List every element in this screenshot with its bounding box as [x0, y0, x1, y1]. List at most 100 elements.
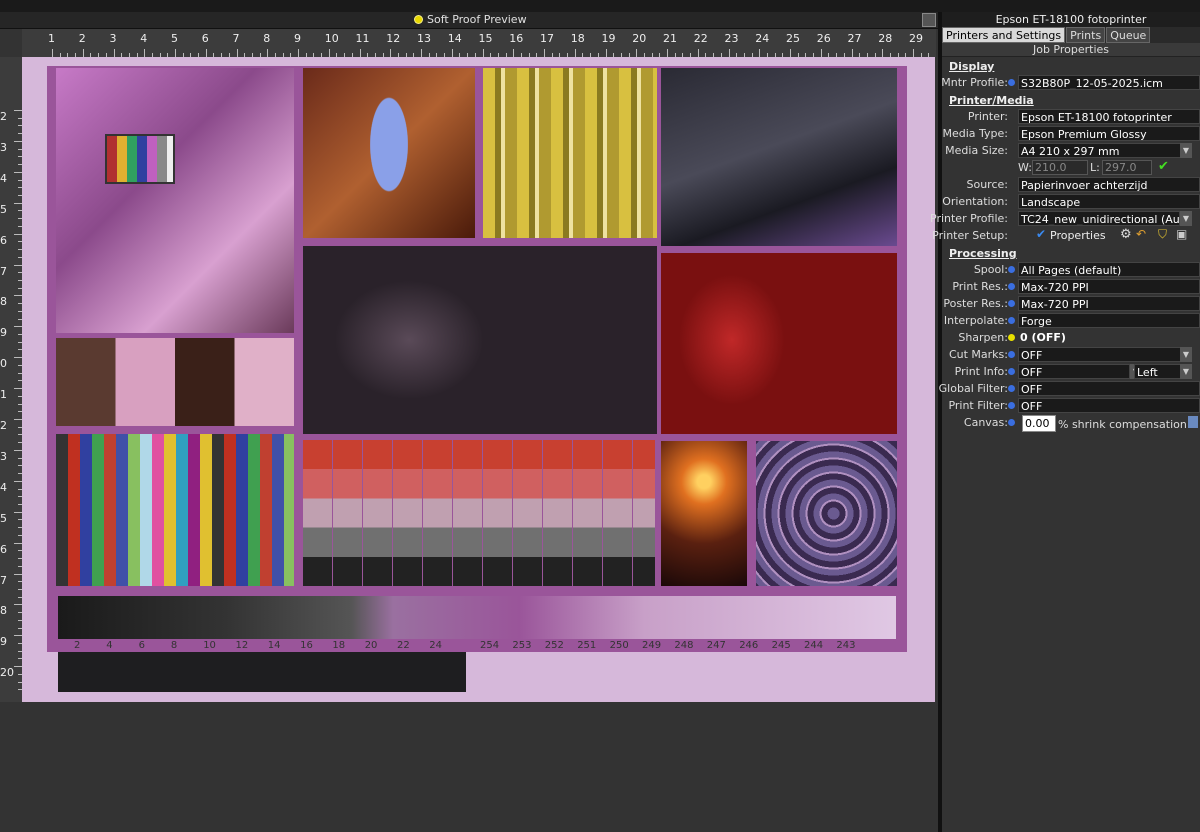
- ruler-tick-label: 29: [909, 32, 923, 45]
- canvas-shrink-input[interactable]: 0.00: [1022, 415, 1056, 432]
- ruler-tick-label: 3: [109, 32, 117, 45]
- media-type-field[interactable]: Epson Premium Glossy: [1018, 126, 1200, 141]
- ruler-tick-label: 14: [447, 32, 462, 45]
- option-dot-icon[interactable]: [1008, 368, 1015, 375]
- option-dot-icon[interactable]: [1008, 351, 1015, 358]
- gray-step-label: 250: [609, 640, 629, 651]
- option-dot-icon[interactable]: [1008, 385, 1015, 392]
- gray-step-label: 254: [480, 640, 500, 651]
- option-dot-icon[interactable]: [1008, 419, 1015, 426]
- ruler-tick: [14, 233, 22, 235]
- width-label: W:: [1018, 161, 1032, 174]
- chevron-down-icon[interactable]: ▼: [1180, 347, 1192, 362]
- option-dot-icon[interactable]: [1008, 317, 1015, 324]
- properties-button[interactable]: Properties: [1050, 229, 1106, 242]
- ruler-tick-label: 7: [232, 32, 240, 45]
- ruler-tick-label: 7: [0, 573, 7, 587]
- pottery-texture-image: [756, 441, 897, 586]
- faces-image: [56, 338, 294, 426]
- chevron-down-icon[interactable]: ▼: [1180, 211, 1192, 226]
- print-info-label: Print Info:: [954, 365, 1008, 378]
- ruler-tick-label: 12: [386, 32, 401, 45]
- ruler-tick-label: 17: [540, 32, 554, 45]
- source-field[interactable]: Papierinvoer achterzijd: [1018, 177, 1200, 192]
- option-dot-icon[interactable]: [1008, 334, 1015, 341]
- print-info-select[interactable]: OFF: [1018, 364, 1130, 379]
- cut-marks-select[interactable]: OFF: [1018, 347, 1192, 362]
- media-size-label: Media Size:: [945, 144, 1008, 157]
- preview-canvas[interactable]: 2 4 6 8 10 12 14 16 18 20 22 24 254 253 252 251 250 249 24…: [22, 57, 936, 702]
- ruler-tick: [574, 49, 576, 57]
- ruler-tick: [605, 49, 607, 57]
- printer-field[interactable]: Epson ET-18100 fotoprinter: [1018, 109, 1200, 124]
- option-dot-icon[interactable]: [1008, 283, 1015, 290]
- print-res-field[interactable]: Max-720 PPI: [1018, 279, 1200, 294]
- poster-res-field[interactable]: Max-720 PPI: [1018, 296, 1200, 311]
- sharpen-value[interactable]: 0 (OFF): [1018, 330, 1200, 345]
- ruler-tick: [513, 49, 515, 57]
- width-field[interactable]: 210.0: [1032, 160, 1088, 175]
- interpolate-field[interactable]: Forge: [1018, 313, 1200, 328]
- sharpen-label: Sharpen:: [958, 331, 1008, 344]
- option-dot-icon[interactable]: [1008, 79, 1015, 86]
- calculator-icon[interactable]: [1188, 416, 1198, 428]
- chevron-down-icon[interactable]: ▼: [1180, 364, 1192, 379]
- ruler-tick: [113, 49, 115, 57]
- ruler-tick-label: 4: [0, 171, 7, 185]
- tab-bar: Printers and Settings Prints Queue: [942, 27, 1200, 43]
- tab-prints[interactable]: Prints: [1066, 27, 1106, 43]
- canvas-label: Canvas:: [963, 416, 1008, 429]
- printer-profile-select[interactable]: TC24_new_unidirectional (Auto,: [1018, 211, 1180, 226]
- mntr-profile-field[interactable]: S32B80P_12-05-2025.icm: [1018, 75, 1200, 90]
- option-dot-icon[interactable]: [1008, 266, 1015, 273]
- tab-queue[interactable]: Queue: [1106, 27, 1151, 43]
- ruler-tick: [267, 49, 269, 57]
- gear-icon[interactable]: ⚙: [1120, 227, 1132, 242]
- ruler-tick: [790, 49, 791, 57]
- ruler-tick-label: 10: [324, 32, 339, 45]
- ruler-tick: [236, 49, 238, 57]
- printer-window-title: Epson ET-18100 fotoprinter: [942, 12, 1200, 27]
- ruler-tick-label: 22: [693, 32, 708, 45]
- ruler-tick: [144, 49, 146, 57]
- media-size-select[interactable]: A4 210 x 297 mm: [1018, 143, 1192, 158]
- gray-step-label: 4: [106, 640, 113, 651]
- ruler-tick-label: 9: [0, 635, 7, 649]
- color-gradient-bars: [56, 434, 294, 586]
- monitor-icon[interactable]: [922, 13, 936, 27]
- ruler-tick-label: 2: [0, 419, 7, 432]
- ruler-tick-label: 23: [724, 32, 739, 45]
- processing-heading[interactable]: Processing: [949, 247, 1200, 261]
- ruler-tick: [14, 264, 22, 266]
- option-dot-icon[interactable]: [1008, 300, 1015, 307]
- orientation-field[interactable]: Landscape: [1018, 194, 1200, 209]
- shield-icon[interactable]: ⛉: [1158, 227, 1167, 242]
- gray-step-label: 253: [512, 640, 532, 651]
- chevron-down-icon[interactable]: ▼: [1180, 143, 1192, 158]
- gray-step-label: 248: [674, 640, 694, 651]
- ruler-tick-label: 6: [0, 542, 7, 556]
- option-dot-icon[interactable]: [1008, 402, 1015, 409]
- chocolate-image: [303, 246, 657, 434]
- ruler-tick-label: 26: [816, 32, 831, 45]
- ruler-tick: [298, 49, 299, 57]
- mntr-profile-label: Mntr Profile:: [941, 76, 1008, 89]
- checkmark-icon[interactable]: ✔: [1158, 159, 1169, 174]
- ruler-tick-label: 3: [0, 449, 7, 463]
- gray-step-label: 244: [804, 640, 824, 651]
- orientation-label: Orientation:: [942, 195, 1008, 208]
- media-type-label: Media Type:: [942, 127, 1008, 140]
- undo-icon[interactable]: ↶: [1136, 227, 1146, 241]
- ruler-tick: [667, 49, 668, 57]
- length-field[interactable]: 297.0: [1102, 160, 1152, 175]
- print-filter-field[interactable]: OFF: [1018, 398, 1200, 413]
- tab-printers-and-settings[interactable]: Printers and Settings: [942, 27, 1066, 43]
- spool-label: Spool:: [973, 263, 1008, 276]
- ruler-tick: [544, 49, 545, 57]
- printer-media-heading[interactable]: Printer/Media: [949, 94, 1200, 108]
- display-heading[interactable]: Display: [949, 60, 1200, 74]
- global-filter-field[interactable]: OFF: [1018, 381, 1200, 396]
- printer-icon[interactable]: ▣: [1176, 227, 1187, 241]
- grayscale-ramp: [58, 596, 896, 639]
- spool-field[interactable]: All Pages (default): [1018, 262, 1200, 277]
